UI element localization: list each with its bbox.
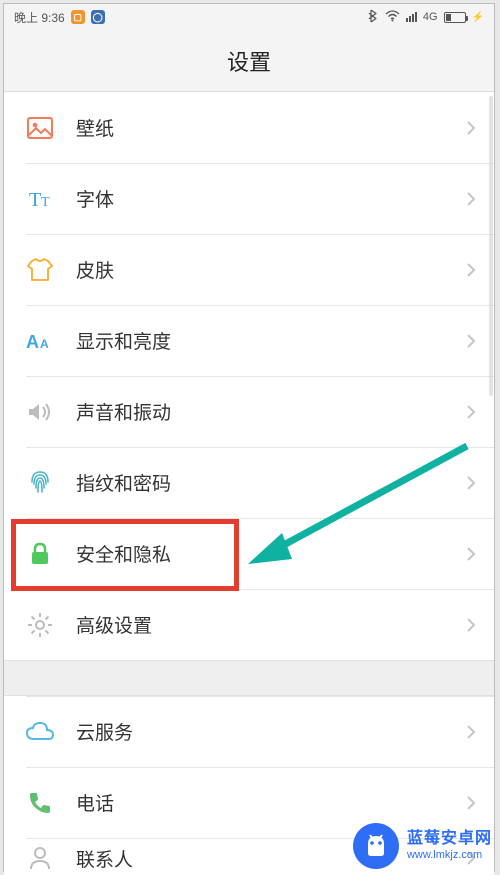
chevron-right-icon [466,262,476,278]
chevron-right-icon [466,617,476,633]
image-icon [26,114,54,142]
charging-icon: ⚡ [472,12,484,23]
page-title: 设置 [227,45,271,77]
cloud-icon [26,718,54,746]
fingerprint-icon [26,469,54,497]
chevron-right-icon [466,795,476,811]
tshirt-icon [26,256,54,284]
signal-icon [406,12,417,22]
chevron-right-icon [466,120,476,136]
section-gap [4,660,494,696]
row-sound[interactable]: 声音和振动 [4,376,494,447]
settings-list: 壁纸 TT 字体 皮肤 AA 显示和亮度 [4,92,494,660]
row-label: 电话 [76,789,114,816]
row-label: 指纹和密码 [76,469,171,496]
row-label: 皮肤 [76,256,114,283]
speaker-icon [26,398,54,426]
gear-icon [26,611,54,639]
row-fingerprint[interactable]: 指纹和密码 [4,447,494,518]
row-display[interactable]: AA 显示和亮度 [4,305,494,376]
row-label: 联系人 [76,845,133,872]
scroll-indicator [489,96,493,396]
row-font[interactable]: TT 字体 [4,163,494,234]
network-label: 4G [423,11,438,23]
row-label: 声音和振动 [76,398,171,425]
font-icon: TT [26,185,54,213]
status-bar: 晚上 9:36 ▢ ◯ 4G ⚡ [4,4,494,30]
chevron-right-icon [466,475,476,491]
row-theme[interactable]: 皮肤 [4,234,494,305]
bluetooth-icon [368,9,379,26]
watermark-logo-icon [353,823,399,869]
svg-text:A: A [40,337,49,351]
wifi-icon [385,10,400,25]
row-label: 安全和隐私 [76,540,171,567]
svg-text:T: T [29,189,41,210]
status-time: 晚上 9:36 [14,9,65,26]
lock-icon [26,540,54,568]
page-header: 设置 [4,30,494,92]
row-security[interactable]: 安全和隐私 [4,518,494,589]
row-label: 云服务 [76,718,133,745]
status-badge-2: ◯ [91,10,105,24]
phone-icon [26,789,54,817]
watermark: 蓝莓安卓网 www.lmkjz.com [353,823,492,869]
row-wallpaper[interactable]: 壁纸 [4,92,494,163]
row-label: 显示和亮度 [76,327,171,354]
row-label: 字体 [76,185,114,212]
watermark-title: 蓝莓安卓网 [407,830,492,848]
chevron-right-icon [466,404,476,420]
svg-text:T: T [41,195,50,210]
chevron-right-icon [466,546,476,562]
row-cloud[interactable]: 云服务 [4,696,494,767]
person-icon [26,844,54,872]
phone-frame: 晚上 9:36 ▢ ◯ 4G ⚡ 设置 壁纸 [4,4,494,871]
svg-text:A: A [26,332,39,352]
row-label: 高级设置 [76,611,152,638]
row-advanced[interactable]: 高级设置 [4,589,494,660]
watermark-url: www.lmkjz.com [407,849,492,862]
chevron-right-icon [466,191,476,207]
chevron-right-icon [466,724,476,740]
status-badge-1: ▢ [71,10,85,24]
row-label: 壁纸 [76,114,114,141]
chevron-right-icon [466,333,476,349]
battery-icon [444,12,466,23]
text-size-icon: AA [26,327,54,355]
